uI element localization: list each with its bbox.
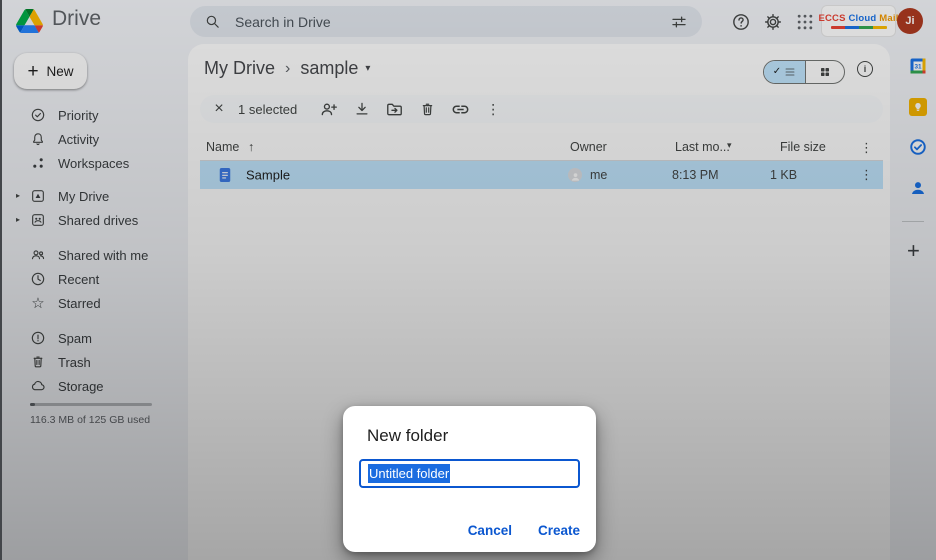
cancel-button[interactable]: Cancel [468, 523, 512, 538]
folder-name-input[interactable]: Untitled folder [359, 459, 580, 488]
window-left-edge [0, 0, 2, 560]
new-folder-dialog: New folder Untitled folder Cancel Create [343, 406, 596, 552]
create-button[interactable]: Create [538, 523, 580, 538]
dialog-title: New folder [367, 426, 448, 446]
google-drive-app: Drive [0, 0, 936, 560]
dialog-actions: Cancel Create [468, 523, 580, 538]
folder-name-selected-text: Untitled folder [368, 464, 450, 483]
